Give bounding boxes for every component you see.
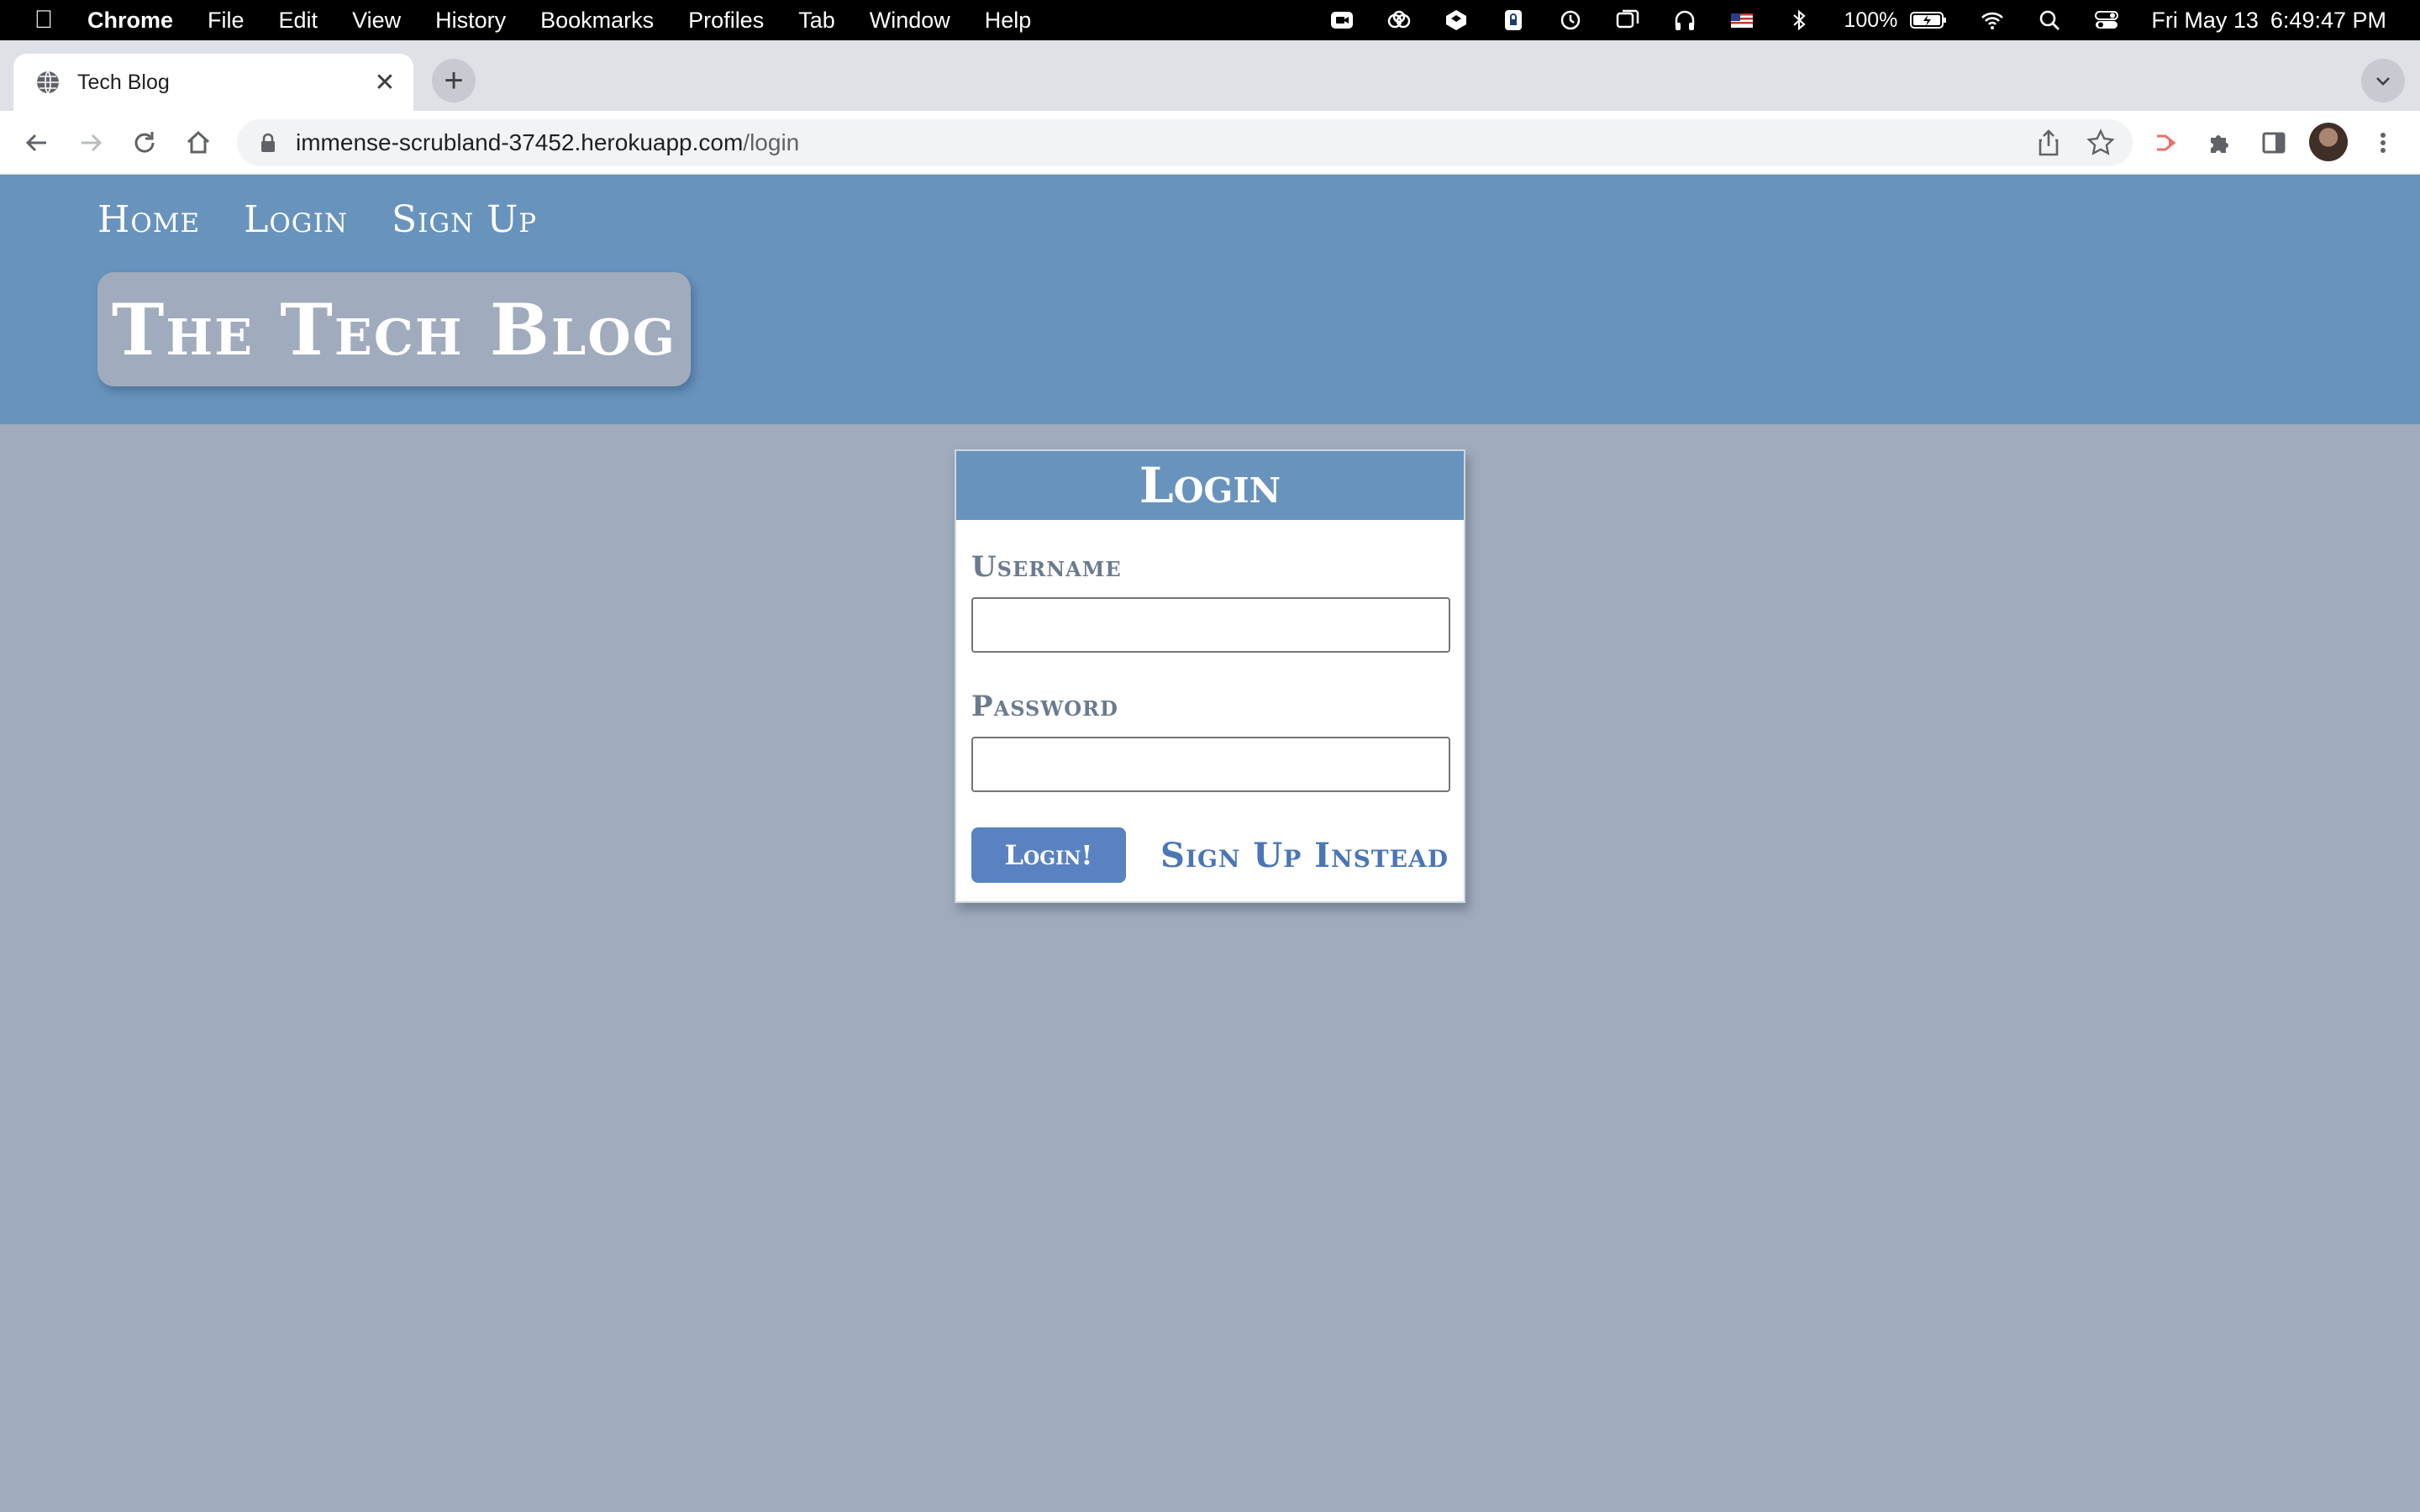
menu-view[interactable]: View [352,8,401,34]
new-tab-button[interactable]: + [432,59,476,102]
tab-title: Tech Blog [77,70,170,94]
tab-strip: Tech Blog ✕ + [0,40,2420,111]
nav-signup-link[interactable]: Sign Up [392,198,537,241]
home-button[interactable] [178,123,218,163]
globe-icon [37,71,59,94]
puzzle-icon [2211,135,2228,153]
menubar-date[interactable]: Fri May 13 [2151,8,2259,34]
time-machine-icon[interactable] [1558,9,1583,31]
control-center-icon[interactable] [2094,9,2119,31]
menu-history[interactable]: History [435,8,506,34]
password-label: Password [971,690,1118,723]
reload-icon [134,132,155,153]
username-label: Username [971,550,1122,584]
password-input[interactable] [971,737,1450,792]
site-nav: Home Login Sign Up [97,198,537,241]
bookmark-star-icon[interactable] [2086,128,2116,158]
web-page: Home Login Sign Up The Tech Blog Login U… [0,175,2420,1512]
menu-edit[interactable]: Edit [279,8,318,34]
share-icon[interactable] [2033,128,2064,158]
signup-instead-link[interactable]: Sign Up Instead [1160,836,1449,875]
site-title: The Tech Blog [111,287,677,371]
bluetooth-icon[interactable] [1786,9,1812,31]
battery-icon[interactable] [1909,9,1948,31]
menu-profiles[interactable]: Profiles [688,8,764,34]
profile-avatar[interactable] [2309,123,2348,161]
menu-help[interactable]: Help [985,8,1032,34]
chevron-down-icon [2376,77,2390,86]
tab-search-button[interactable] [2361,59,2405,102]
menu-bookmarks[interactable]: Bookmarks [540,8,654,34]
url-text[interactable]: immense-scrubland-37452.herokuapp.com/lo… [296,129,799,156]
macos-menubar:  Chrome File Edit View History Bookmark… [0,0,2420,40]
lock-icon[interactable] [257,132,279,154]
url-host: immense-scrubland-37452.herokuapp.com [296,129,744,155]
kebab-menu-icon [2381,133,2386,153]
reload-button[interactable] [124,123,165,163]
login-card-header: Login [956,451,1464,520]
headphones-icon[interactable] [1672,9,1697,31]
menu-app-name[interactable]: Chrome [87,8,173,34]
spotlight-search-icon[interactable] [2037,9,2062,31]
login-title: Login [1139,457,1281,514]
dropbox-icon[interactable] [1444,9,1469,31]
browser-toolbar: immense-scrubland-37452.herokuapp.com/lo… [0,111,2420,175]
wifi-icon[interactable] [1980,9,2005,31]
battery-percent: 100% [1844,8,1898,32]
home-icon [187,130,210,154]
url-path: /login [743,129,800,155]
screens-icon[interactable] [1615,9,1640,31]
extension-button[interactable] [2146,123,2186,163]
apple-icon[interactable]:  [0,6,87,34]
side-panel-button[interactable] [2254,123,2294,163]
menu-file[interactable]: File [208,8,245,34]
address-bar[interactable]: immense-scrubland-37452.herokuapp.com/lo… [237,119,2133,166]
chrome-menu-button[interactable] [2363,123,2403,163]
site-header: Home Login Sign Up The Tech Blog [0,175,2420,424]
arrow-right-icon [82,134,103,152]
forward-button[interactable] [71,123,111,163]
us-flag-icon[interactable] [1729,9,1754,31]
back-button[interactable] [17,123,57,163]
menubar-time[interactable]: 6:49:47 PM [2270,8,2386,34]
password-lock-icon[interactable] [1501,9,1526,31]
browser-tab[interactable]: Tech Blog ✕ [13,54,413,111]
username-input[interactable] [971,597,1450,653]
login-card: Login Username Password Login! Sign Up I… [955,449,1465,903]
menu-tab[interactable]: Tab [798,8,835,34]
video-camera-icon[interactable] [1329,9,1355,31]
side-panel-icon [2262,132,2286,154]
extensions-button[interactable] [2200,123,2240,163]
tab-close-icon[interactable]: ✕ [368,66,402,99]
menu-window[interactable]: Window [870,8,950,34]
login-submit-button[interactable]: Login! [971,827,1126,883]
nav-login-link[interactable]: Login [244,198,348,241]
nav-home-link[interactable]: Home [97,198,200,241]
plus-icon: + [444,61,464,99]
site-brand: The Tech Blog [97,272,691,386]
screencast-extension-icon [2157,134,2176,151]
arrow-left-icon [25,134,46,152]
creative-cloud-icon[interactable] [1386,9,1412,31]
